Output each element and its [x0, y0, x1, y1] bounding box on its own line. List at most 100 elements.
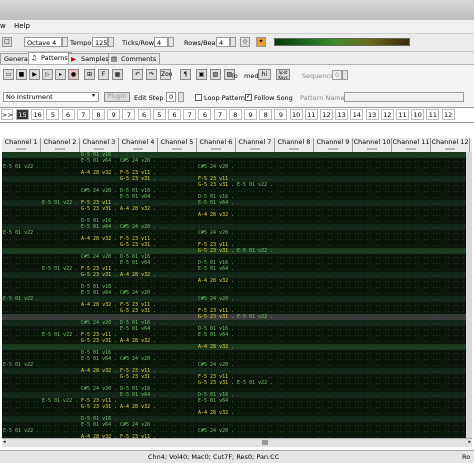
order-item[interactable]: 9: [107, 109, 121, 120]
tempo-spinner[interactable]: [108, 37, 114, 47]
channel-header[interactable]: Channel 9: [314, 138, 353, 152]
metronome-icon[interactable]: ◇: [240, 37, 250, 47]
channel-level-bar: [211, 148, 221, 150]
channel-icon[interactable]: ¶: [180, 69, 191, 80]
fx-icon[interactable]: F: [98, 69, 109, 80]
chevron-down-icon[interactable]: ▾: [92, 92, 95, 99]
order-item[interactable]: 11: [304, 109, 318, 120]
hi-button[interactable]: hi: [258, 69, 271, 80]
channel-header[interactable]: Channel 7: [236, 138, 275, 152]
new-pattern-icon[interactable]: ▭: [3, 69, 14, 80]
vertical-scrollbar[interactable]: [466, 152, 472, 438]
octave-field[interactable]: Octave 4: [24, 37, 62, 47]
order-item[interactable]: 5: [152, 109, 166, 120]
channel-header-label: Channel 3: [82, 138, 116, 146]
ticks-spinner[interactable]: [168, 37, 174, 47]
horizontal-scrollbar[interactable]: ◂ ▸: [2, 438, 472, 447]
plugin-button[interactable]: Plugin: [104, 92, 130, 102]
mute-icon[interactable]: ▧: [210, 69, 221, 80]
order-item[interactable]: 6: [198, 109, 212, 120]
order-item[interactable]: 9: [244, 109, 257, 120]
menu-help[interactable]: Help: [14, 22, 30, 30]
main-toolbar: □ Octave 4 Tempo: 125 Ticks/Row: 4 Rows/…: [0, 34, 474, 52]
octave-spinner[interactable]: [62, 37, 68, 47]
sequence-spinner[interactable]: [342, 70, 348, 80]
order-item[interactable]: 11: [426, 109, 440, 120]
order-scroll-button[interactable]: >>: [1, 109, 13, 120]
lo-label[interactable]: lo: [232, 72, 238, 80]
channel-header[interactable]: Channel 8: [275, 138, 314, 152]
order-item[interactable]: 10: [289, 109, 303, 120]
zoom-icon[interactable]: Zoo: [160, 69, 172, 80]
order-item[interactable]: 6: [61, 109, 75, 120]
channel-header[interactable]: Channel 5: [158, 138, 197, 152]
channel-header[interactable]: Channel 12: [431, 138, 470, 152]
order-item[interactable]: 12: [441, 109, 455, 120]
tab-samples[interactable]: ▶ Samples: [68, 53, 113, 64]
loop-pattern-checkbox[interactable]: [195, 94, 202, 101]
ticks-field[interactable]: 4: [154, 37, 168, 47]
order-item[interactable]: 10: [411, 109, 425, 120]
expand-icon[interactable]: ⊞: [84, 69, 95, 80]
properties-icon[interactable]: ▦: [112, 69, 123, 80]
med-label[interactable]: med: [244, 72, 258, 80]
scroll-thumb[interactable]: [262, 440, 268, 445]
order-item[interactable]: 12: [380, 109, 394, 120]
sequence-field[interactable]: 0: [332, 70, 342, 80]
play-icon[interactable]: ▶: [29, 69, 40, 80]
order-item[interactable]: 9: [274, 109, 288, 120]
order-item[interactable]: 5: [46, 109, 60, 120]
tempo-field[interactable]: 125: [92, 37, 108, 47]
order-item[interactable]: 13: [365, 109, 379, 120]
play-pattern-icon[interactable]: ▷: [42, 69, 53, 80]
undo-icon[interactable]: ↶: [132, 69, 143, 80]
scroll-right-icon[interactable]: ▸: [468, 439, 471, 445]
channel-header[interactable]: Channel 6: [197, 138, 236, 152]
tempo-label: Tempo:: [70, 39, 94, 47]
channel-level-bar: [172, 148, 182, 150]
order-item[interactable]: 8: [259, 109, 273, 120]
order-item[interactable]: 6: [137, 109, 151, 120]
channel-header[interactable]: Channel 11: [392, 138, 431, 152]
channel-header[interactable]: Channel 10: [353, 138, 392, 152]
rows-field[interactable]: 4: [216, 37, 230, 47]
rows-spinner[interactable]: [230, 37, 236, 47]
order-item[interactable]: 6: [168, 109, 181, 120]
solo-icon[interactable]: ▣: [196, 69, 207, 80]
order-item[interactable]: 13: [335, 109, 349, 120]
channel-level-bar: [367, 148, 377, 150]
order-item[interactable]: 11: [396, 109, 409, 120]
channel-header[interactable]: Channel 3: [80, 138, 119, 152]
channel-header[interactable]: Channel 1: [2, 138, 41, 152]
order-item[interactable]: 8: [92, 109, 105, 120]
redo-icon[interactable]: ↷: [146, 69, 157, 80]
channel-header[interactable]: Channel 2: [41, 138, 80, 152]
edit-step-spinner[interactable]: [178, 92, 184, 102]
new-icon[interactable]: □: [2, 37, 12, 47]
edit-step-field[interactable]: 0: [166, 92, 176, 102]
stop-icon[interactable]: ■: [16, 69, 27, 80]
order-item[interactable]: 12: [320, 109, 333, 120]
order-item[interactable]: 15: [16, 109, 29, 120]
channel-header[interactable]: Channel 4: [119, 138, 158, 152]
edit-step-label: Edit Step: [134, 94, 164, 102]
instrument-select[interactable]: No Instrument: [3, 92, 99, 102]
menu-view[interactable]: w: [0, 22, 6, 30]
follow-song-checkbox[interactable]: ✓: [245, 93, 252, 101]
order-item[interactable]: 8: [228, 109, 242, 120]
record-icon[interactable]: ●: [68, 69, 79, 80]
pattern-name-field[interactable]: [344, 92, 464, 102]
order-item[interactable]: 7: [183, 109, 197, 120]
settings-icon[interactable]: ✦: [256, 37, 266, 47]
order-item[interactable]: 16: [31, 109, 45, 120]
play-row-icon[interactable]: ▸: [55, 69, 66, 80]
tab-comments[interactable]: ▤ Comments: [108, 53, 161, 64]
pattern-editor[interactable]: ... .. .. ...... .. .. ... D-5 01 v16 ...…: [2, 138, 472, 438]
order-item[interactable]: 7: [213, 109, 227, 120]
order-item[interactable]: 7: [76, 109, 90, 120]
scroll-left-icon[interactable]: ◂: [3, 439, 6, 445]
split-keys-button[interactable]: Split Keys: [276, 69, 290, 80]
order-item[interactable]: 7: [122, 109, 136, 120]
order-item[interactable]: 14: [350, 109, 364, 120]
tab-patterns[interactable]: ♫ Patterns: [28, 52, 72, 64]
